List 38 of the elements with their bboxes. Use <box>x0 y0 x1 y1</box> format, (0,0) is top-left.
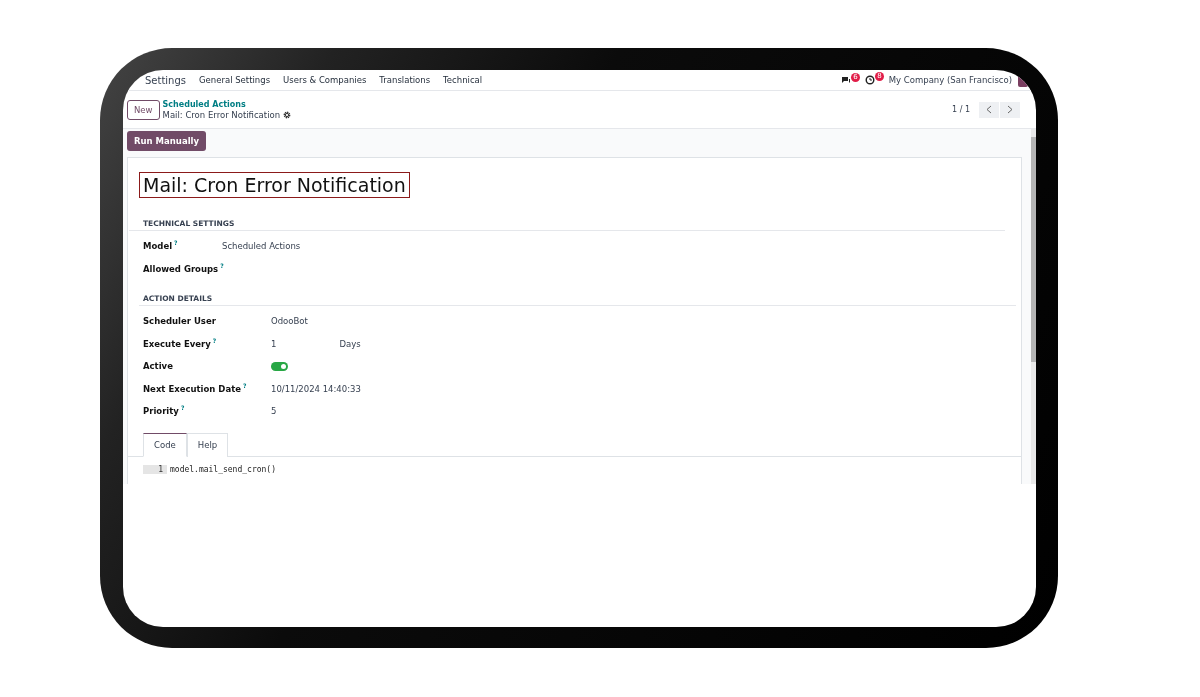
breadcrumb-link[interactable]: Scheduled Actions <box>162 99 292 110</box>
company-name[interactable]: My Company (San Francisco) <box>888 75 1012 85</box>
next-button[interactable] <box>1000 101 1020 118</box>
menu-item[interactable]: Translations <box>379 75 431 85</box>
field-value: 10/11/2024 14:40:33 <box>271 383 361 394</box>
chat-icon <box>840 75 851 85</box>
gear-icon[interactable] <box>283 110 292 119</box>
field-label: Active <box>143 360 174 374</box>
record-title[interactable]: Mail: Cron Error Notification <box>139 172 410 198</box>
record-name: Mail: Cron Error Notification <box>162 109 281 120</box>
tab[interactable]: Code <box>143 432 187 457</box>
run-manually-button[interactable]: Run Manually <box>127 131 206 151</box>
chevron-left-icon <box>986 105 992 114</box>
field-label: Execute Every $^{?}$ <box>143 336 218 351</box>
menu-item[interactable]: General Settings <box>199 75 271 85</box>
field-value: OdooBot <box>271 316 308 327</box>
field-label: Next Execution Date $^{?}$ <box>143 381 248 396</box>
line-number: 1 <box>143 464 167 474</box>
field-value: 1 <box>271 338 277 349</box>
chevron-right-icon <box>1007 105 1013 114</box>
menu-item[interactable]: Users & Companies <box>283 75 367 85</box>
code-line: model.mail_send_cron() <box>170 464 276 474</box>
field-label: Scheduler User <box>143 315 217 329</box>
pager-value: 1 / 1 <box>952 105 970 114</box>
unit-value: Days <box>339 338 361 349</box>
field-value: 5 <box>271 406 277 417</box>
previous-button[interactable] <box>979 101 999 118</box>
field-label: Priority $^{?}$ <box>143 404 186 419</box>
field-value: Scheduled Actions <box>222 241 301 252</box>
new-button[interactable]: New <box>127 99 160 120</box>
scrollbar[interactable] <box>1031 129 1036 484</box>
app-name[interactable]: Settings <box>145 74 186 86</box>
toggle-switch[interactable] <box>271 361 288 371</box>
clock-icon <box>864 75 875 85</box>
menu-item[interactable]: Technical <box>443 75 483 85</box>
field-label: Allowed Groups $^{?}$ <box>143 261 225 276</box>
tab[interactable]: Help <box>186 432 229 457</box>
field-label: Model $^{?}$ <box>143 239 179 254</box>
